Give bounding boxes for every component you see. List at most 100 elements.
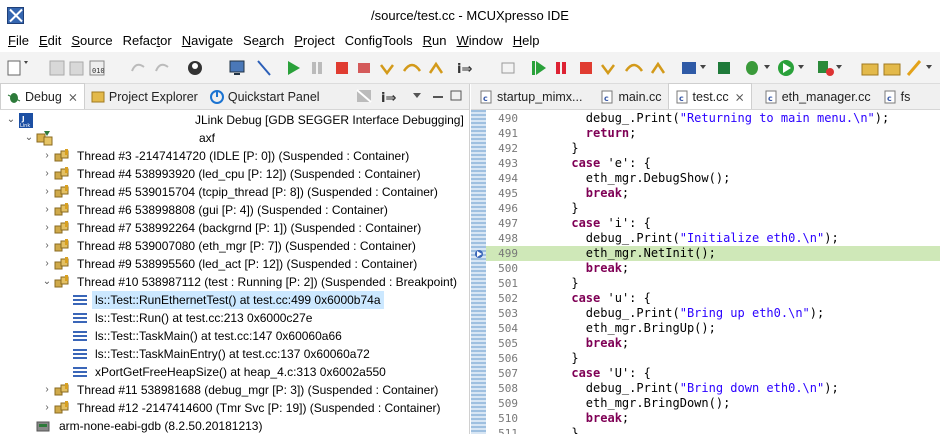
code-line[interactable]: 495 break;: [486, 186, 940, 201]
editor-tab[interactable]: c fs: [877, 84, 917, 109]
book-icon[interactable]: [682, 61, 706, 74]
menu-item[interactable]: Navigate: [177, 31, 238, 52]
code-line[interactable]: 501 }: [486, 276, 940, 291]
tree-thread-current[interactable]: ⌄ Thread #10 538987112 (test : Running [P…: [40, 273, 460, 291]
maximize-icon[interactable]: [450, 90, 462, 101]
code-line[interactable]: 497 case 'i': {: [486, 216, 940, 231]
code-editor[interactable]: 490 debug_.Print("Returning to main menu…: [471, 110, 940, 434]
close-icon[interactable]: ⨯: [68, 90, 78, 104]
redo-icon[interactable]: [155, 63, 169, 71]
current-code-line[interactable]: 499 eth_mgr.NetInit();: [486, 246, 940, 261]
tree-thread[interactable]: › Thread #3 -2147414720 (IDLE [P: 0]) (Su…: [40, 147, 412, 165]
menu-item[interactable]: Refactor: [118, 31, 177, 52]
tree-stack-frame[interactable]: ls::Test::TaskMain() at test.cc:147 0x60…: [58, 327, 345, 345]
undo-icon[interactable]: [131, 63, 145, 71]
code-line[interactable]: 509 eth_mgr.BringDown();: [486, 396, 940, 411]
expand-icon[interactable]: ›: [40, 399, 54, 417]
tab-project-explorer[interactable]: Project Explorer: [85, 84, 204, 109]
tree-thread[interactable]: › Thread #4 538993920 (led_cpu [P: 12]) (…: [40, 165, 424, 183]
step-over-all-icon[interactable]: [624, 63, 644, 72]
tree-target[interactable]: ⌄: [22, 129, 62, 147]
expand-icon[interactable]: ›: [40, 255, 54, 273]
resume-icon[interactable]: [288, 60, 300, 75]
code-line[interactable]: 502 case 'u': {: [486, 291, 940, 306]
collapse-icon[interactable]: ⌄: [22, 129, 36, 147]
step-into-all-icon[interactable]: [601, 63, 615, 75]
test-icon[interactable]: [718, 61, 730, 74]
suspend-icon[interactable]: [312, 61, 322, 74]
tree-session[interactable]: ⌄ J Link: [4, 111, 44, 129]
tree-stack-frame[interactable]: ls::Test::RunEthernetTest() at test.cc:4…: [58, 291, 384, 309]
menu-item[interactable]: File: [3, 31, 34, 52]
expand-icon[interactable]: ›: [40, 201, 54, 219]
code-line[interactable]: 498 debug_.Print("Initialize eth0.\n");: [486, 231, 940, 246]
expand-icon[interactable]: ›: [40, 381, 54, 399]
expand-icon[interactable]: ›: [40, 165, 54, 183]
menu-item[interactable]: Edit: [34, 31, 66, 52]
tree-stack-frame[interactable]: ls::Test::Run() at test.cc:213 0x6000c27…: [58, 309, 315, 327]
disconnect-icon[interactable]: [358, 62, 370, 73]
close-icon[interactable]: ⨯: [735, 90, 745, 104]
tab-debug[interactable]: Debug ⨯: [0, 83, 85, 109]
instruction-step-icon[interactable]: i⇒: [457, 62, 472, 77]
pen-icon[interactable]: [906, 59, 932, 76]
skip-breakpoints-icon[interactable]: [257, 59, 271, 76]
suspend-all-icon[interactable]: [556, 61, 566, 74]
resume-all-icon[interactable]: [532, 60, 546, 75]
instruction-stepping-icon[interactable]: i⇒: [381, 91, 396, 106]
code-line[interactable]: 508 debug_.Print("Bring down eth0.\n");: [486, 381, 940, 396]
menu-item[interactable]: Source: [66, 31, 117, 52]
expand-icon[interactable]: ›: [40, 237, 54, 255]
view-menu-icon[interactable]: [413, 93, 421, 98]
menu-item[interactable]: Run: [418, 31, 452, 52]
save-icon[interactable]: [49, 60, 65, 75]
tree-thread[interactable]: › Thread #6 538998808 (gui [P: 4]) (Suspe…: [40, 201, 391, 219]
tree-thread[interactable]: › Thread #12 -2147414600 (Tmr Svc [P: 19]…: [40, 399, 444, 417]
open-folder-icon[interactable]: [861, 63, 879, 75]
collapse-icon[interactable]: ⌄: [40, 273, 54, 291]
build-icon[interactable]: 010: [89, 60, 105, 75]
menu-item[interactable]: Window: [452, 31, 508, 52]
external-tools-icon[interactable]: [818, 60, 842, 76]
new-icon[interactable]: [7, 60, 28, 75]
code-line[interactable]: 494 eth_mgr.DebugShow();: [486, 171, 940, 186]
code-line[interactable]: 500 break;: [486, 261, 940, 276]
code-line[interactable]: 503 debug_.Print("Bring up eth0.\n");: [486, 306, 940, 321]
tree-thread[interactable]: › Thread #8 539007080 (eth_mgr [P: 7]) (S…: [40, 237, 419, 255]
drop-to-frame-icon[interactable]: [501, 62, 515, 73]
code-line[interactable]: 493 case 'e': {: [486, 156, 940, 171]
remove-all-terminated-icon[interactable]: [356, 89, 372, 103]
expand-icon[interactable]: ›: [40, 219, 54, 237]
code-line[interactable]: 491 return;: [486, 126, 940, 141]
instruction-pointer-icon[interactable]: [473, 248, 483, 258]
terminate-all-icon[interactable]: [580, 61, 592, 74]
menu-item[interactable]: Help: [508, 31, 545, 52]
tree-thread[interactable]: › Thread #7 538992264 (backgrnd [P: 1]) (…: [40, 219, 424, 237]
step-into-icon[interactable]: [380, 63, 394, 75]
code-line[interactable]: 504 eth_mgr.BringUp();: [486, 321, 940, 336]
editor-tab[interactable]: c eth_manager.cc: [758, 84, 877, 109]
code-line[interactable]: 505 break;: [486, 336, 940, 351]
tree-thread[interactable]: › Thread #11 538981688 (debug_mgr [P: 3])…: [40, 381, 441, 399]
run-icon[interactable]: [778, 59, 804, 76]
collapse-icon[interactable]: ⌄: [4, 111, 18, 129]
save-all-icon[interactable]: [69, 61, 84, 75]
expand-icon[interactable]: ›: [40, 183, 54, 201]
step-over-icon[interactable]: [402, 63, 422, 72]
menu-item[interactable]: Search: [238, 31, 289, 52]
tree-stack-frame[interactable]: xPortGetFreeHeapSize() at heap_4.c:313 0…: [58, 363, 389, 381]
code-line[interactable]: 492 }: [486, 141, 940, 156]
editor-tab[interactable]: c startup_mimx...: [471, 84, 588, 109]
menu-item[interactable]: Project: [289, 31, 339, 52]
user-icon[interactable]: [188, 60, 202, 75]
code-line[interactable]: 490 debug_.Print("Returning to main menu…: [486, 111, 940, 126]
editor-tab[interactable]: c test.cc ⨯: [667, 83, 752, 109]
code-line[interactable]: 507 case 'U': {: [486, 366, 940, 381]
terminate-icon[interactable]: [336, 61, 348, 74]
tab-quickstart-panel[interactable]: Quickstart Panel: [204, 84, 326, 109]
code-line[interactable]: 510 break;: [486, 411, 940, 426]
step-return-all-icon[interactable]: [650, 61, 666, 74]
code-line[interactable]: 496 }: [486, 201, 940, 216]
code-line[interactable]: 506 }: [486, 351, 940, 366]
tree-thread[interactable]: › Thread #5 539015704 (tcpip_thread [P: 8…: [40, 183, 441, 201]
